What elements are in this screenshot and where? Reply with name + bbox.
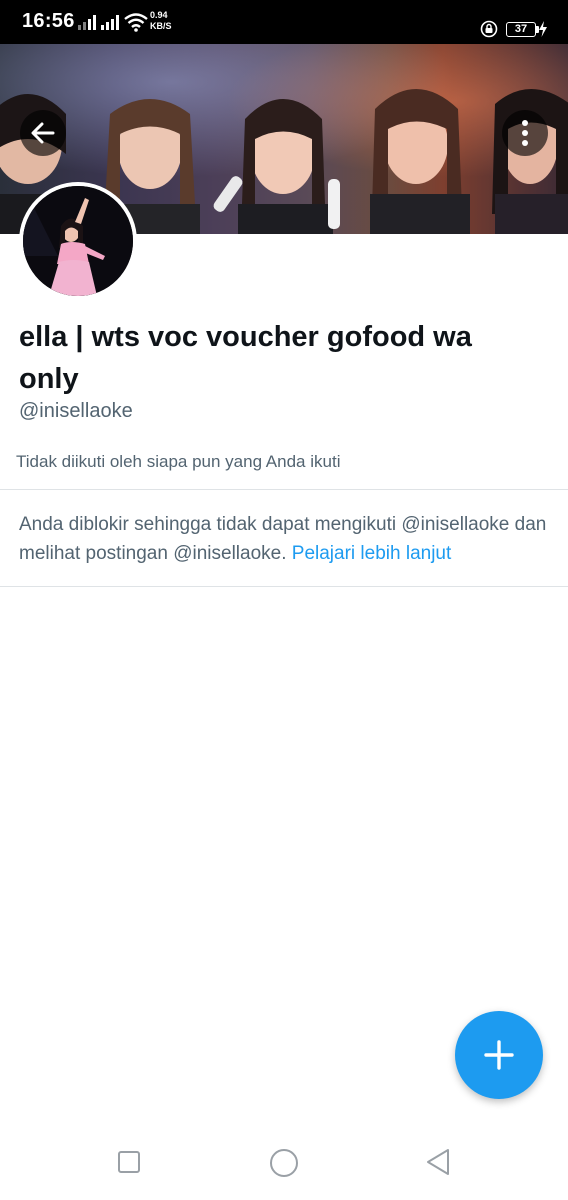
status-time: 16:56: [22, 10, 75, 32]
system-navigation-bar: [0, 1120, 568, 1200]
back-triangle-icon[interactable]: [424, 1147, 452, 1177]
followed-by-text: Tidak diikuti oleh siapa pun yang Anda i…: [16, 452, 341, 471]
username-handle: @inisellaoke: [19, 400, 133, 422]
avatar[interactable]: [19, 182, 137, 300]
back-button[interactable]: [20, 110, 66, 156]
avatar-image: [23, 186, 133, 296]
network-speed: 0.94 KB/S: [150, 10, 172, 32]
more-options-button[interactable]: [502, 110, 548, 156]
home-circle-icon[interactable]: [268, 1147, 300, 1179]
divider: [0, 586, 568, 587]
network-speed-value: 0.94: [150, 10, 168, 20]
arrow-left-icon: [31, 122, 55, 144]
compose-button[interactable]: [455, 1011, 543, 1099]
network-speed-unit: KB/S: [150, 21, 172, 31]
rotation-lock-icon: [480, 20, 498, 38]
learn-more-link[interactable]: Pelajari lebih lanjut: [292, 543, 452, 564]
signal-icon: [101, 14, 123, 30]
blocked-notice: Anda diblokir sehingga tidak dapat mengi…: [19, 510, 559, 568]
blocked-message: Anda diblokir sehingga tidak dapat mengi…: [19, 514, 547, 564]
divider: [0, 489, 568, 490]
battery-icon: 37: [506, 22, 536, 37]
more-vertical-icon: [522, 120, 528, 146]
display-name: ella | wts voc voucher gofood wa only: [19, 321, 472, 395]
battery-level: 37: [514, 23, 528, 35]
plus-icon: [484, 1040, 514, 1070]
wifi-icon: [124, 13, 148, 32]
status-bar: 16:56 0.94 KB/S 37: [0, 0, 568, 44]
signal-icon: [78, 14, 100, 30]
recents-square-icon[interactable]: [117, 1150, 141, 1174]
charging-icon: [539, 21, 547, 37]
